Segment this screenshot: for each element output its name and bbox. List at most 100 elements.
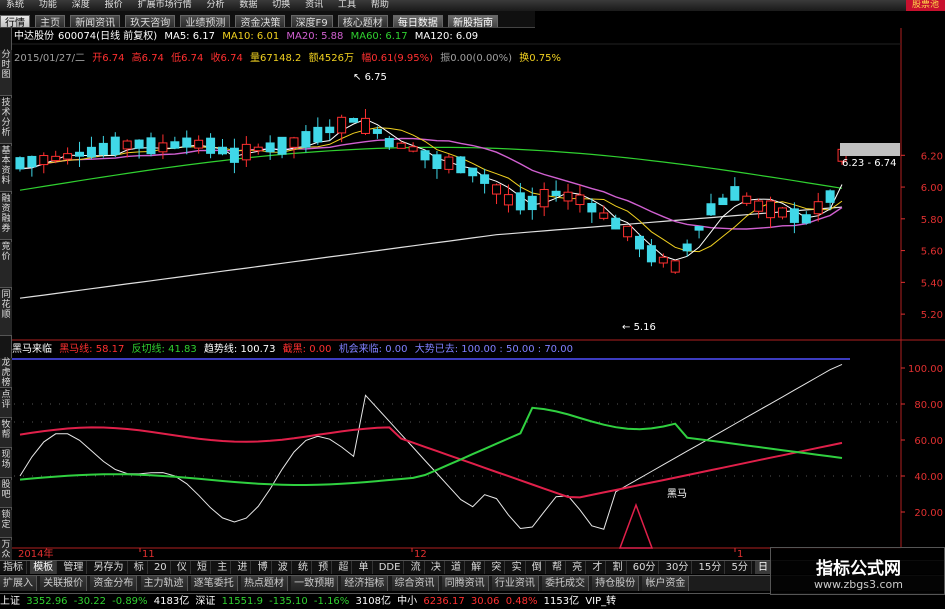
sz-index-label[interactable]: 深证: [195, 596, 215, 607]
candle-body: [253, 146, 263, 152]
tool-shi[interactable]: 实: [509, 561, 526, 574]
tool-yu[interactable]: 预: [315, 561, 333, 574]
ma10-label: MA10: 6.01: [222, 31, 280, 42]
tool-liu[interactable]: 流: [408, 561, 425, 574]
price-tick-label: 5.60: [921, 247, 943, 258]
heima-line: [19, 426, 843, 499]
candle-body: [325, 126, 335, 134]
page-tab-trades[interactable]: 委托成交: [542, 576, 590, 591]
candle-body: [730, 186, 740, 201]
page-tab-tongteng[interactable]: 同腾资讯: [441, 576, 489, 591]
tool-jin[interactable]: 进: [234, 561, 252, 574]
tool-jie[interactable]: 解: [468, 561, 486, 574]
sh-index-label[interactable]: 上证: [0, 596, 20, 607]
ma120-label: MA120: 6.09: [414, 31, 479, 42]
candle-body: [742, 195, 752, 204]
page-tab-main-track[interactable]: 主力轨迹: [140, 576, 188, 591]
candle-body: [134, 139, 144, 149]
candle-body: [289, 137, 299, 148]
page-tab-hot-topics[interactable]: 热点题材: [240, 576, 288, 591]
candle-body: [241, 143, 251, 161]
tool-jue[interactable]: 决: [428, 561, 445, 574]
tool-ge[interactable]: 割: [610, 561, 627, 574]
page-tab-fund-dist[interactable]: 资金分布: [90, 576, 138, 591]
sh-index-pct: -0.89%: [112, 596, 148, 607]
tool-bang[interactable]: 帮: [549, 561, 566, 574]
jiema-value: 截黑: 0.00: [282, 344, 332, 355]
tool-cai[interactable]: 才: [589, 561, 607, 574]
page-tab-expand[interactable]: 扩展入: [0, 576, 37, 591]
price-tick-label: 5.80: [921, 215, 943, 226]
tool-60min[interactable]: 60分: [630, 561, 660, 574]
tool-biao[interactable]: 标: [131, 561, 148, 574]
candle-body: [754, 200, 764, 212]
status-bar: 上证 3352.96 -30.22 -0.89% 4183亿 深证 11551.…: [0, 593, 945, 609]
tool-tu[interactable]: 突: [488, 561, 506, 574]
last-price-tag: [840, 143, 900, 156]
page-tab-order[interactable]: 逐笔委托: [190, 576, 238, 591]
tool-yi[interactable]: 仪: [174, 561, 191, 574]
candle-body: [265, 142, 275, 153]
tool-bo[interactable]: 博: [255, 561, 272, 574]
page-tab-related[interactable]: 关联报价: [40, 576, 88, 591]
sz-index-amount: 3108亿: [355, 596, 391, 607]
candle-body: [539, 189, 549, 208]
heima-value: 黑马线: 58.17: [59, 344, 125, 355]
tool-15min[interactable]: 15分: [696, 561, 726, 574]
chart-canvas[interactable]: 6.20 6.00 5.80 5.60 5.40 5.20 100.00 80.00 60.0…: [0, 0, 945, 609]
trend-gone-value: 大势已去: 100.00 : 50.00 : 70.00: [414, 344, 573, 355]
ma120-line: [19, 206, 843, 299]
page-tab-consensus[interactable]: 一致预期: [291, 576, 339, 591]
candle-body: [122, 140, 132, 150]
tool-indicator[interactable]: 指标: [0, 561, 27, 574]
candlestick-series: [15, 109, 847, 274]
candle-body: [718, 197, 728, 206]
tool-zhu[interactable]: 主: [214, 561, 232, 574]
candle-body: [599, 212, 609, 219]
tool-5min[interactable]: 5分: [728, 561, 752, 574]
tool-dao[interactable]: 道: [448, 561, 466, 574]
tool-dde[interactable]: DDE: [376, 561, 405, 574]
candle-body: [670, 260, 680, 273]
stock-name[interactable]: 中达股份: [14, 31, 54, 42]
page-tab-comprehensive[interactable]: 综合资讯: [391, 576, 439, 591]
zx-index-value: 6236.17: [423, 596, 465, 607]
tool-20[interactable]: 20: [151, 561, 171, 574]
sz-index-value: 11551.9: [221, 596, 263, 607]
page-tab-account[interactable]: 帐户资金: [642, 576, 690, 591]
candle-body: [86, 146, 96, 158]
tool-manage[interactable]: 管理: [60, 561, 88, 574]
last-price-range: 6.23 - 6.74: [842, 158, 897, 169]
vip-label[interactable]: VIP_转: [585, 596, 616, 607]
tool-chao[interactable]: 超: [335, 561, 353, 574]
zx-index-amount: 1153亿: [543, 596, 580, 607]
candle-body: [480, 174, 490, 184]
sz-index-pct: -1.16%: [313, 596, 350, 607]
bar-date: 2015/01/27/二: [14, 53, 86, 64]
tool-liang[interactable]: 亮: [569, 561, 587, 574]
tool-30min[interactable]: 30分: [663, 561, 693, 574]
candle-body: [146, 137, 156, 155]
candle-body: [372, 129, 382, 134]
candle-body: [194, 139, 204, 149]
candle-body: [396, 142, 406, 149]
indicator-name[interactable]: 黑马来临: [12, 344, 52, 355]
zx-index-label[interactable]: 中小: [397, 596, 417, 607]
page-tab-holdings[interactable]: 持仓股份: [592, 576, 640, 591]
tool-dao2[interactable]: 倒: [529, 561, 546, 574]
indicator-tick-label: 40.00: [914, 472, 943, 483]
indicator-grid: [14, 403, 900, 477]
page-tab-econ[interactable]: 经济指标: [341, 576, 389, 591]
candle-body: [587, 202, 597, 213]
bar-amplitude: 振0.00(0.00%): [440, 53, 513, 64]
tool-save-as[interactable]: 另存为: [91, 561, 128, 574]
tool-template[interactable]: 模板: [30, 561, 58, 574]
page-tab-industry[interactable]: 行业资讯: [491, 576, 539, 591]
tool-dan[interactable]: 单: [356, 561, 373, 574]
tool-duan[interactable]: 短: [194, 561, 212, 574]
bar-open: 开6.74: [92, 53, 125, 64]
tool-tong[interactable]: 统: [295, 561, 312, 574]
candle-body: [611, 217, 621, 230]
indicator-tick-label: 80.00: [914, 400, 943, 411]
tool-wave[interactable]: 波: [275, 561, 292, 574]
